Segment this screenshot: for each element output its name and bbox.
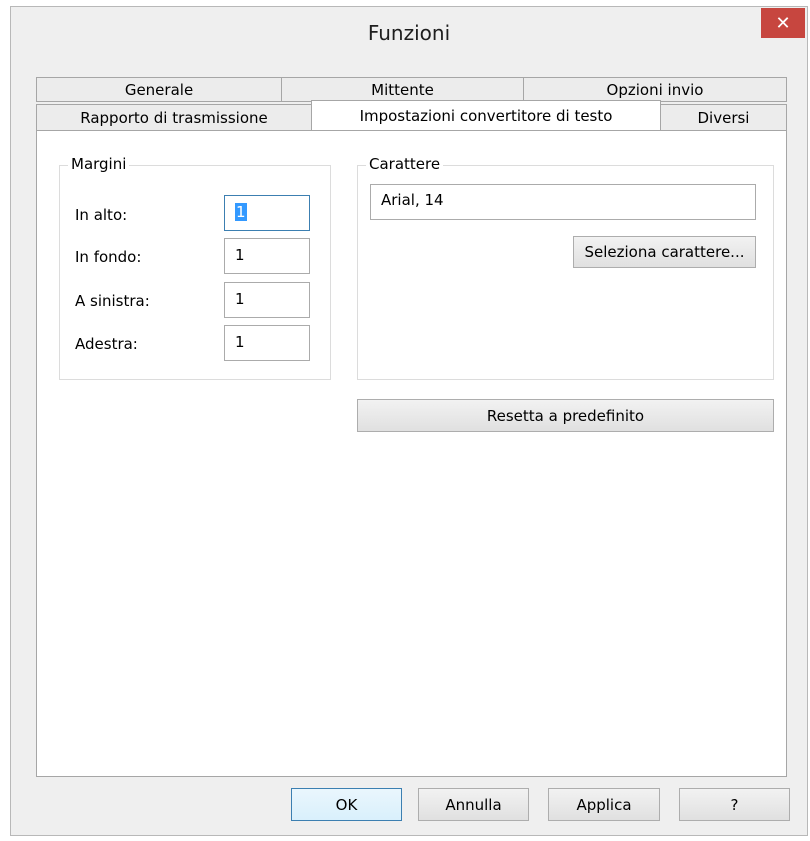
cancel-button[interactable]: Annulla bbox=[418, 788, 529, 821]
font-legend: Carattere bbox=[366, 155, 444, 173]
tab-panel: Margini In alto: 1 In fondo: 1 A sinistr… bbox=[36, 130, 787, 777]
tab-mittente[interactable]: Mittente bbox=[281, 77, 524, 102]
left-margin-label: A sinistra: bbox=[75, 292, 150, 310]
tab-opzioni-invio[interactable]: Opzioni invio bbox=[523, 77, 787, 102]
apply-button[interactable]: Applica bbox=[548, 788, 660, 821]
top-margin-input[interactable]: 1 bbox=[224, 195, 310, 231]
right-margin-label: Adestra: bbox=[75, 335, 138, 353]
top-margin-value: 1 bbox=[235, 203, 247, 221]
left-margin-input[interactable]: 1 bbox=[224, 282, 310, 318]
ok-button[interactable]: OK bbox=[291, 788, 402, 821]
bottom-margin-input[interactable]: 1 bbox=[224, 238, 310, 274]
tab-diversi[interactable]: Diversi bbox=[660, 104, 787, 131]
tab-impostazioni-convertitore[interactable]: Impostazioni convertitore di testo bbox=[311, 100, 661, 130]
window-title: Funzioni bbox=[367, 21, 451, 45]
tab-generale[interactable]: Generale bbox=[36, 77, 282, 102]
reset-defaults-button[interactable]: Resetta a predefinito bbox=[357, 399, 774, 432]
select-font-button[interactable]: Seleziona carattere... bbox=[573, 236, 756, 268]
help-button[interactable]: ? bbox=[679, 788, 790, 821]
bottom-margin-label: In fondo: bbox=[75, 248, 142, 266]
tab-rapporto-trasmissione[interactable]: Rapporto di trasmissione bbox=[36, 104, 312, 131]
top-margin-label: In alto: bbox=[75, 206, 128, 224]
close-icon: ✕ bbox=[775, 12, 791, 34]
title-bar: Funzioni ✕ bbox=[11, 7, 807, 61]
right-margin-input[interactable]: 1 bbox=[224, 325, 310, 361]
margins-legend: Margini bbox=[68, 155, 130, 173]
margins-group: Margini In alto: 1 In fondo: 1 A sinistr… bbox=[59, 155, 331, 380]
font-group: Carattere Arial, 14 Seleziona carattere.… bbox=[357, 155, 774, 380]
dialog-window: Funzioni ✕ Generale Mittente Opzioni inv… bbox=[10, 6, 808, 836]
close-button[interactable]: ✕ bbox=[761, 8, 805, 38]
font-display-field[interactable]: Arial, 14 bbox=[370, 184, 756, 220]
